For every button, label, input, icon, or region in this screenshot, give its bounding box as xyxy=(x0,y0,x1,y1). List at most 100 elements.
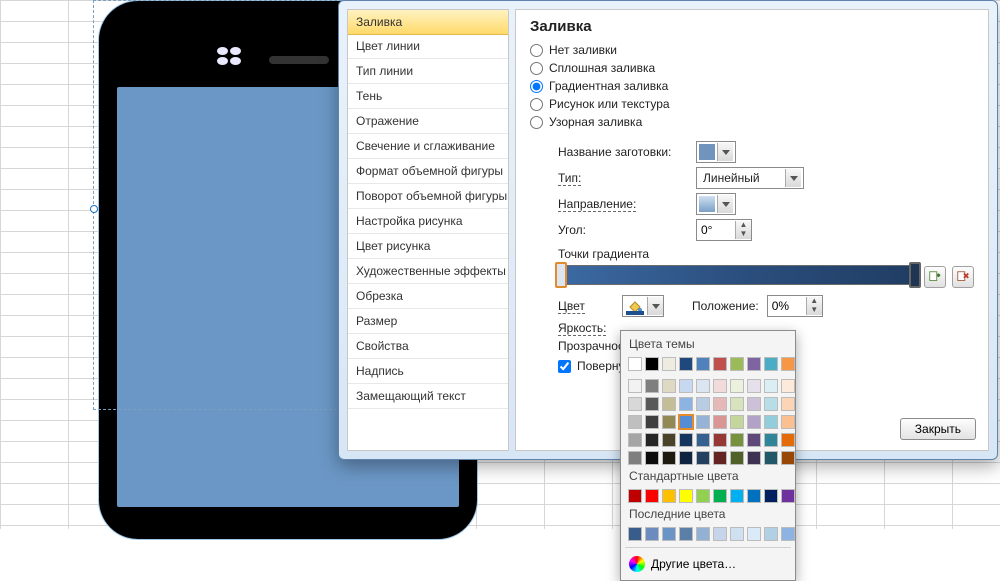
color-swatch[interactable] xyxy=(781,433,795,447)
color-swatch[interactable] xyxy=(781,451,795,465)
color-swatch[interactable] xyxy=(662,451,676,465)
color-swatch[interactable] xyxy=(764,451,778,465)
color-swatch[interactable] xyxy=(730,415,744,429)
close-button[interactable]: Закрыть xyxy=(900,418,976,440)
more-colors-button[interactable]: Другие цвета… xyxy=(625,552,791,576)
nav-item[interactable]: Цвет линии xyxy=(348,34,508,59)
color-swatch[interactable] xyxy=(747,433,761,447)
color-swatch[interactable] xyxy=(764,415,778,429)
color-swatch[interactable] xyxy=(764,357,778,371)
nav-item[interactable]: Размер xyxy=(348,309,508,334)
color-swatch[interactable] xyxy=(713,433,727,447)
nav-item[interactable]: Поворот объемной фигуры xyxy=(348,184,508,209)
color-swatch[interactable] xyxy=(662,433,676,447)
color-swatch[interactable] xyxy=(679,379,693,393)
color-swatch[interactable] xyxy=(645,527,659,541)
color-swatch[interactable] xyxy=(764,433,778,447)
color-swatch[interactable] xyxy=(747,527,761,541)
color-swatch[interactable] xyxy=(781,489,795,503)
nav-item[interactable]: Настройка рисунка xyxy=(348,209,508,234)
color-swatch[interactable] xyxy=(696,433,710,447)
radio-pattern-fill[interactable]: Узорная заливка xyxy=(530,115,974,129)
color-swatch[interactable] xyxy=(696,489,710,503)
angle-spinner[interactable]: ▲▼ xyxy=(696,219,752,241)
color-swatch[interactable] xyxy=(781,527,795,541)
color-swatch[interactable] xyxy=(713,451,727,465)
color-swatch[interactable] xyxy=(628,415,642,429)
color-swatch[interactable] xyxy=(730,433,744,447)
nav-item[interactable]: Отражение xyxy=(348,109,508,134)
color-swatch[interactable] xyxy=(628,397,642,411)
color-swatch[interactable] xyxy=(645,379,659,393)
color-swatch[interactable] xyxy=(662,397,676,411)
color-swatch[interactable] xyxy=(662,489,676,503)
color-swatch[interactable] xyxy=(764,379,778,393)
color-swatch[interactable] xyxy=(628,357,642,371)
radio-gradient-fill[interactable]: Градиентная заливка xyxy=(530,79,974,93)
color-swatch[interactable] xyxy=(730,357,744,371)
color-swatch[interactable] xyxy=(781,397,795,411)
color-swatch[interactable] xyxy=(696,397,710,411)
gradient-stop-handle[interactable] xyxy=(909,262,921,288)
add-stop-button[interactable] xyxy=(924,266,946,288)
color-swatch[interactable] xyxy=(679,527,693,541)
color-swatch[interactable] xyxy=(730,379,744,393)
color-swatch[interactable] xyxy=(679,415,693,429)
color-swatch[interactable] xyxy=(628,489,642,503)
color-swatch[interactable] xyxy=(747,397,761,411)
color-swatch[interactable] xyxy=(713,489,727,503)
color-swatch[interactable] xyxy=(747,357,761,371)
color-swatch[interactable] xyxy=(696,527,710,541)
color-swatch[interactable] xyxy=(696,451,710,465)
color-swatch[interactable] xyxy=(679,357,693,371)
color-swatch[interactable] xyxy=(662,357,676,371)
nav-item[interactable]: Художественные эффекты xyxy=(348,259,508,284)
position-spinner[interactable]: ▲▼ xyxy=(767,295,823,317)
color-swatch[interactable] xyxy=(730,397,744,411)
color-swatch[interactable] xyxy=(679,397,693,411)
color-swatch[interactable] xyxy=(645,415,659,429)
color-swatch[interactable] xyxy=(747,379,761,393)
gradient-slider[interactable] xyxy=(558,265,918,285)
color-swatch[interactable] xyxy=(679,433,693,447)
color-swatch[interactable] xyxy=(696,379,710,393)
color-swatch[interactable] xyxy=(713,527,727,541)
color-swatch[interactable] xyxy=(781,357,795,371)
color-swatch[interactable] xyxy=(713,357,727,371)
nav-item[interactable]: Цвет рисунка xyxy=(348,234,508,259)
color-swatch[interactable] xyxy=(696,415,710,429)
gradient-stop-handle[interactable] xyxy=(555,262,567,288)
nav-item[interactable]: Формат объемной фигуры xyxy=(348,159,508,184)
color-swatch[interactable] xyxy=(713,415,727,429)
color-swatch[interactable] xyxy=(679,451,693,465)
color-swatch[interactable] xyxy=(730,489,744,503)
color-swatch[interactable] xyxy=(764,397,778,411)
nav-item[interactable]: Свечение и сглаживание xyxy=(348,134,508,159)
nav-item[interactable]: Обрезка xyxy=(348,284,508,309)
color-swatch[interactable] xyxy=(713,379,727,393)
color-swatch[interactable] xyxy=(713,397,727,411)
color-swatch[interactable] xyxy=(747,489,761,503)
color-swatch[interactable] xyxy=(679,489,693,503)
color-swatch[interactable] xyxy=(645,357,659,371)
color-swatch[interactable] xyxy=(747,415,761,429)
nav-item[interactable]: Свойства xyxy=(348,334,508,359)
color-swatch[interactable] xyxy=(645,489,659,503)
color-swatch[interactable] xyxy=(628,433,642,447)
color-swatch[interactable] xyxy=(696,357,710,371)
color-swatch[interactable] xyxy=(662,379,676,393)
radio-no-fill[interactable]: Нет заливки xyxy=(530,43,974,57)
remove-stop-button[interactable] xyxy=(952,266,974,288)
nav-item[interactable]: Заливка xyxy=(347,9,509,35)
color-swatch[interactable] xyxy=(747,451,761,465)
color-swatch[interactable] xyxy=(781,415,795,429)
color-swatch[interactable] xyxy=(645,451,659,465)
color-swatch[interactable] xyxy=(764,489,778,503)
color-swatch[interactable] xyxy=(645,397,659,411)
nav-item[interactable]: Замещающий текст xyxy=(348,384,508,409)
color-swatch[interactable] xyxy=(730,527,744,541)
nav-item[interactable]: Тип линии xyxy=(348,59,508,84)
color-swatch[interactable] xyxy=(730,451,744,465)
color-swatch[interactable] xyxy=(628,379,642,393)
color-picker-button[interactable] xyxy=(622,295,664,317)
